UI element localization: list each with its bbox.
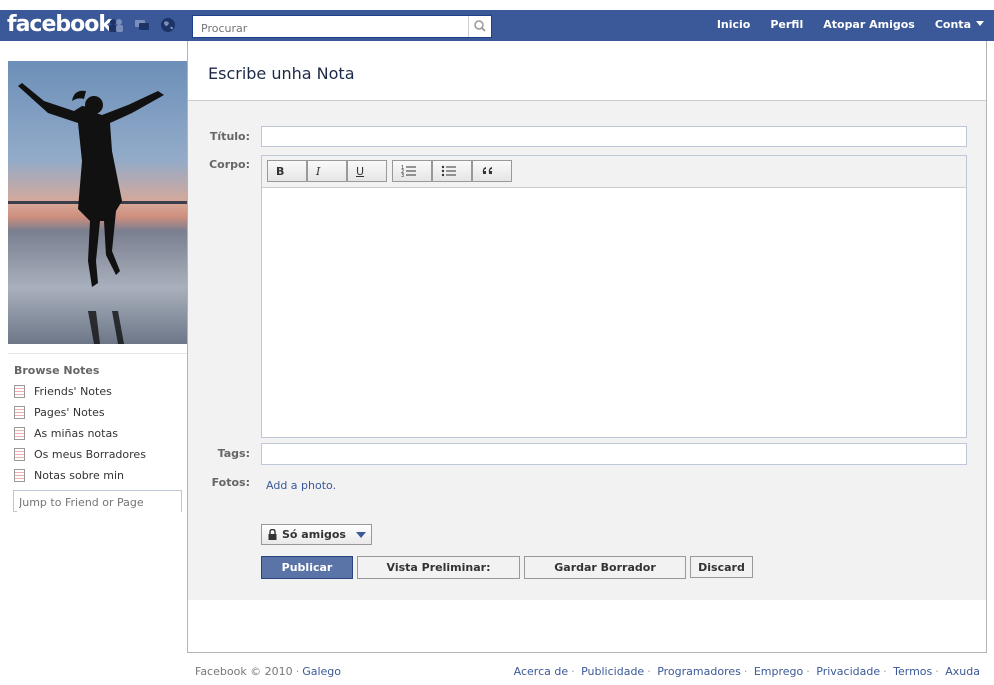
note-icon xyxy=(14,448,25,461)
notifications-globe-icon[interactable] xyxy=(160,17,176,33)
top-nav: Inicio Perfil Atopar Amigos Conta xyxy=(697,18,984,31)
add-photo-link[interactable]: Add a photo. xyxy=(266,479,336,492)
privacy-selector[interactable]: Só amigos xyxy=(261,524,372,545)
footer-link-help[interactable]: Axuda xyxy=(945,665,980,678)
numbered-list-button[interactable]: 1 2 3 xyxy=(392,160,432,182)
note-icon xyxy=(14,469,25,482)
nav-account[interactable]: Conta xyxy=(935,18,984,31)
footer-link-about[interactable]: Acerca de xyxy=(514,665,568,678)
bold-button[interactable]: B xyxy=(267,160,307,182)
profile-photo-image xyxy=(8,61,187,344)
editor-toolbar: B I U 1 2 3 xyxy=(262,156,966,188)
note-icon xyxy=(14,385,25,398)
italic-button[interactable]: I xyxy=(307,160,347,182)
language-link[interactable]: Galego xyxy=(302,665,341,678)
facebook-logo[interactable]: facebook xyxy=(7,12,113,37)
footer-link-developers[interactable]: Programadores xyxy=(657,665,741,678)
bullet-list-icon xyxy=(441,165,456,177)
quote-icon xyxy=(482,167,492,174)
tags-label: Tags: xyxy=(217,447,250,460)
sidebar-item-notes-about-me[interactable]: Notas sobre min xyxy=(14,465,146,486)
publish-label: Publicar xyxy=(281,561,333,574)
preview-button[interactable]: Vista Preliminar: xyxy=(357,556,520,579)
sidebar-item-label: As miñas notas xyxy=(34,427,118,440)
nav-home[interactable]: Inicio xyxy=(717,18,751,31)
svg-text:3: 3 xyxy=(401,173,404,178)
preview-label: Vista Preliminar: xyxy=(386,561,491,574)
page-title: Escribe unha Nota xyxy=(208,64,355,83)
profile-picture[interactable] xyxy=(8,61,187,344)
nav-profile[interactable]: Perfil xyxy=(770,18,803,31)
sidebar-item-my-notes[interactable]: As miñas notas xyxy=(14,423,146,444)
jump-to-friend-input[interactable] xyxy=(17,492,181,512)
save-draft-button[interactable]: Gardar Borrador xyxy=(524,556,686,579)
body-label: Corpo: xyxy=(209,158,250,171)
jump-to-friend-box[interactable] xyxy=(13,490,182,512)
top-bar-edge xyxy=(0,0,994,10)
friend-requests-icon[interactable] xyxy=(108,17,124,33)
privacy-label: Só amigos xyxy=(282,528,346,541)
title-label: Título: xyxy=(209,130,250,143)
bullet-list-button[interactable] xyxy=(432,160,472,182)
messages-icon[interactable] xyxy=(134,17,150,33)
photos-label: Fotos: xyxy=(211,476,250,489)
sidebar-item-label: Friends' Notes xyxy=(34,385,112,398)
sidebar-item-label: Notas sobre min xyxy=(34,469,124,482)
footer-link-privacy[interactable]: Privacidade xyxy=(816,665,880,678)
divider xyxy=(8,353,187,354)
note-icon xyxy=(14,406,25,419)
sidebar-item-friends-notes[interactable]: Friends' Notes xyxy=(14,381,146,402)
sidebar-item-label: Pages' Notes xyxy=(34,406,105,419)
bold-label: B xyxy=(276,164,285,178)
publish-button[interactable]: Publicar xyxy=(261,556,353,579)
sidebar-item-pages-notes[interactable]: Pages' Notes xyxy=(14,402,146,423)
discard-button[interactable]: Discard xyxy=(690,556,753,578)
title-field[interactable] xyxy=(261,126,967,147)
nav-account-label: Conta xyxy=(934,18,971,31)
footer-left: Facebook © 2010 · Galego xyxy=(195,665,341,678)
copyright: Facebook © 2010 xyxy=(195,665,293,678)
body-editor[interactable]: B I U 1 2 3 xyxy=(261,155,967,438)
lock-icon xyxy=(268,529,277,540)
underline-label: U xyxy=(356,164,365,178)
discard-label: Discard xyxy=(698,560,745,574)
footer-link-terms[interactable]: Termos xyxy=(893,665,932,678)
tags-input[interactable] xyxy=(262,444,966,464)
footer-link-careers[interactable]: Emprego xyxy=(754,665,803,678)
chevron-down-icon xyxy=(976,21,984,26)
nav-find-friends[interactable]: Atopar Amigos xyxy=(823,18,915,31)
underline-button[interactable]: U xyxy=(347,160,387,182)
search-icon xyxy=(474,20,486,32)
search-box[interactable] xyxy=(192,15,492,38)
search-input[interactable] xyxy=(199,19,463,37)
main-panel: Escribe unha Nota Título: Corpo: B I U 1… xyxy=(187,41,987,653)
italic-label: I xyxy=(316,164,321,178)
title-input[interactable] xyxy=(262,127,966,146)
chevron-down-icon xyxy=(355,531,366,538)
browse-notes-heading: Browse Notes xyxy=(14,364,100,377)
note-icon xyxy=(14,427,25,440)
footer-link-advertising[interactable]: Publicidade xyxy=(581,665,644,678)
page-header: Escribe unha Nota xyxy=(188,41,986,101)
sidebar-item-label: Os meus Borradores xyxy=(34,448,146,461)
quote-button[interactable] xyxy=(472,160,512,182)
browse-notes-list: Friends' Notes Pages' Notes As miñas not… xyxy=(14,381,146,486)
sidebar-item-my-drafts[interactable]: Os meus Borradores xyxy=(14,444,146,465)
footer-links: Acerca de · Publicidade · Programadores · E… xyxy=(513,665,980,678)
numbered-list-icon: 1 2 3 xyxy=(401,165,416,178)
tags-field[interactable] xyxy=(261,443,967,465)
note-form: Título: Corpo: B I U 1 2 3 Tags: Fotos: … xyxy=(188,101,986,600)
search-button[interactable] xyxy=(468,16,491,37)
save-draft-label: Gardar Borrador xyxy=(554,561,656,574)
